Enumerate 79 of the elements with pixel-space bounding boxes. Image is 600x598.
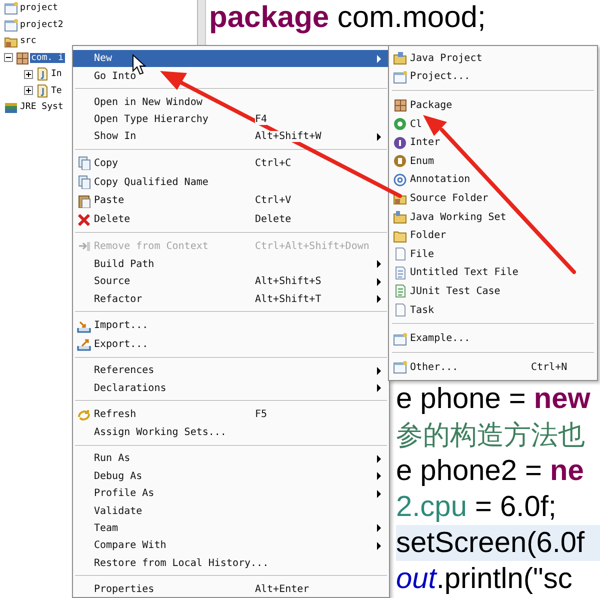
menu-item[interactable]: Package bbox=[389, 96, 597, 115]
menu-item[interactable]: Build Path bbox=[73, 256, 389, 274]
circle-icon bbox=[392, 117, 406, 132]
plus-box-icon[interactable] bbox=[24, 70, 33, 79]
menu-item[interactable]: Run As bbox=[73, 450, 389, 468]
document-icon bbox=[392, 247, 406, 262]
package-icon bbox=[392, 98, 406, 112]
menu-item[interactable]: Java Project bbox=[389, 49, 597, 68]
menu-item[interactable]: Other... Ctrl+N bbox=[389, 358, 597, 376]
menu-item[interactable]: Inter bbox=[389, 133, 597, 152]
tree-item[interactable]: com. i bbox=[30, 52, 65, 63]
document-icon bbox=[392, 266, 406, 280]
menu-item[interactable]: Refactor Alt+Shift+T bbox=[73, 290, 389, 308]
menu-item[interactable]: Assign Working Sets... bbox=[73, 424, 389, 442]
tree-item[interactable]: project2 bbox=[19, 20, 64, 30]
menu-item[interactable]: Folder bbox=[389, 226, 597, 245]
books-icon bbox=[4, 100, 18, 114]
menu-item[interactable]: Copy Ctrl+C bbox=[73, 154, 389, 173]
tray-arrow-icon bbox=[76, 337, 90, 352]
menu-item[interactable]: Project... bbox=[389, 68, 597, 86]
menu-item[interactable]: Debug As bbox=[73, 468, 389, 485]
menu-item[interactable]: Import... bbox=[73, 316, 389, 336]
tray-arrow-icon bbox=[76, 318, 90, 333]
document-icon bbox=[392, 303, 406, 318]
menu-item[interactable]: Export... bbox=[73, 335, 389, 354]
menu-item[interactable]: Refresh F5 bbox=[73, 406, 389, 424]
menu-item[interactable]: Go Into bbox=[73, 67, 389, 85]
code-line: 2.cpu = 6.0f; bbox=[396, 490, 558, 525]
code-line: e phone2 = ne bbox=[396, 454, 585, 489]
plus-box-icon[interactable] bbox=[24, 86, 33, 96]
menu-item[interactable]: Annotation bbox=[389, 170, 597, 190]
menu-item[interactable]: Paste Ctrl+V bbox=[73, 191, 389, 210]
ring-icon bbox=[392, 172, 406, 187]
clipboard-icon bbox=[76, 194, 90, 208]
tree-item[interactable]: Te bbox=[50, 86, 63, 96]
cross-icon bbox=[76, 212, 90, 226]
document-icon bbox=[392, 284, 406, 298]
menu-item[interactable]: Restore from Local History... bbox=[73, 554, 389, 572]
menu-item[interactable]: Validate bbox=[73, 502, 389, 520]
document-icon bbox=[35, 67, 49, 82]
document-icon bbox=[35, 84, 49, 98]
menu-item[interactable]: Untitled Text File bbox=[389, 264, 597, 282]
menu-item[interactable]: Profile As bbox=[73, 484, 389, 502]
menu-item[interactable]: File bbox=[389, 244, 597, 264]
menu-item[interactable]: JUnit Test Case bbox=[389, 282, 597, 301]
tree-item[interactable]: In bbox=[50, 69, 63, 80]
code-line: package com.mood; bbox=[208, 0, 487, 36]
documents-icon bbox=[76, 175, 90, 190]
documents-icon bbox=[76, 156, 90, 170]
menu-item[interactable]: Open in New Window bbox=[73, 93, 389, 111]
menu-item[interactable]: Task bbox=[389, 300, 597, 320]
menu-item[interactable]: Declarations bbox=[73, 380, 389, 398]
menu-item[interactable]: Java Working Set bbox=[389, 208, 597, 226]
tree-item[interactable]: src bbox=[19, 36, 38, 46]
menu-item[interactable]: Delete Delete bbox=[73, 210, 389, 229]
menu-item[interactable]: References bbox=[73, 362, 389, 380]
menu-item[interactable]: Source Folder bbox=[389, 189, 597, 208]
code-line: out.println("sc bbox=[396, 562, 574, 597]
menu-item[interactable]: Cl bbox=[389, 114, 597, 134]
tree-item[interactable]: JRE Syst bbox=[19, 102, 64, 112]
code-line: e phone = new bbox=[396, 382, 592, 417]
menu-item[interactable]: Enum bbox=[389, 152, 597, 171]
menu-item[interactable]: Open Type Hierarchy F4 bbox=[73, 110, 389, 128]
menu-item[interactable]: New bbox=[73, 50, 389, 68]
circle-icon bbox=[392, 136, 406, 150]
menu-item[interactable]: Team bbox=[73, 520, 389, 538]
code-line: 参的构造方法也 bbox=[396, 419, 586, 452]
menu-item[interactable]: Show In Alt+Shift+W bbox=[73, 128, 389, 146]
faded-arrow-icon bbox=[76, 239, 90, 254]
minus-box-icon[interactable] bbox=[4, 53, 13, 62]
circle-icon bbox=[392, 154, 406, 168]
tree-item[interactable]: project bbox=[19, 3, 59, 14]
package-icon bbox=[15, 50, 29, 65]
menu-item[interactable]: Compare With bbox=[73, 537, 389, 555]
menu-item[interactable]: Copy Qualified Name bbox=[73, 172, 389, 192]
menu-item[interactable]: Properties Alt+Enter bbox=[73, 580, 389, 597]
menu-item[interactable]: Example... bbox=[389, 329, 597, 348]
arrows-icon bbox=[76, 408, 90, 422]
menu-item[interactable]: Source Alt+Shift+S bbox=[73, 273, 389, 290]
